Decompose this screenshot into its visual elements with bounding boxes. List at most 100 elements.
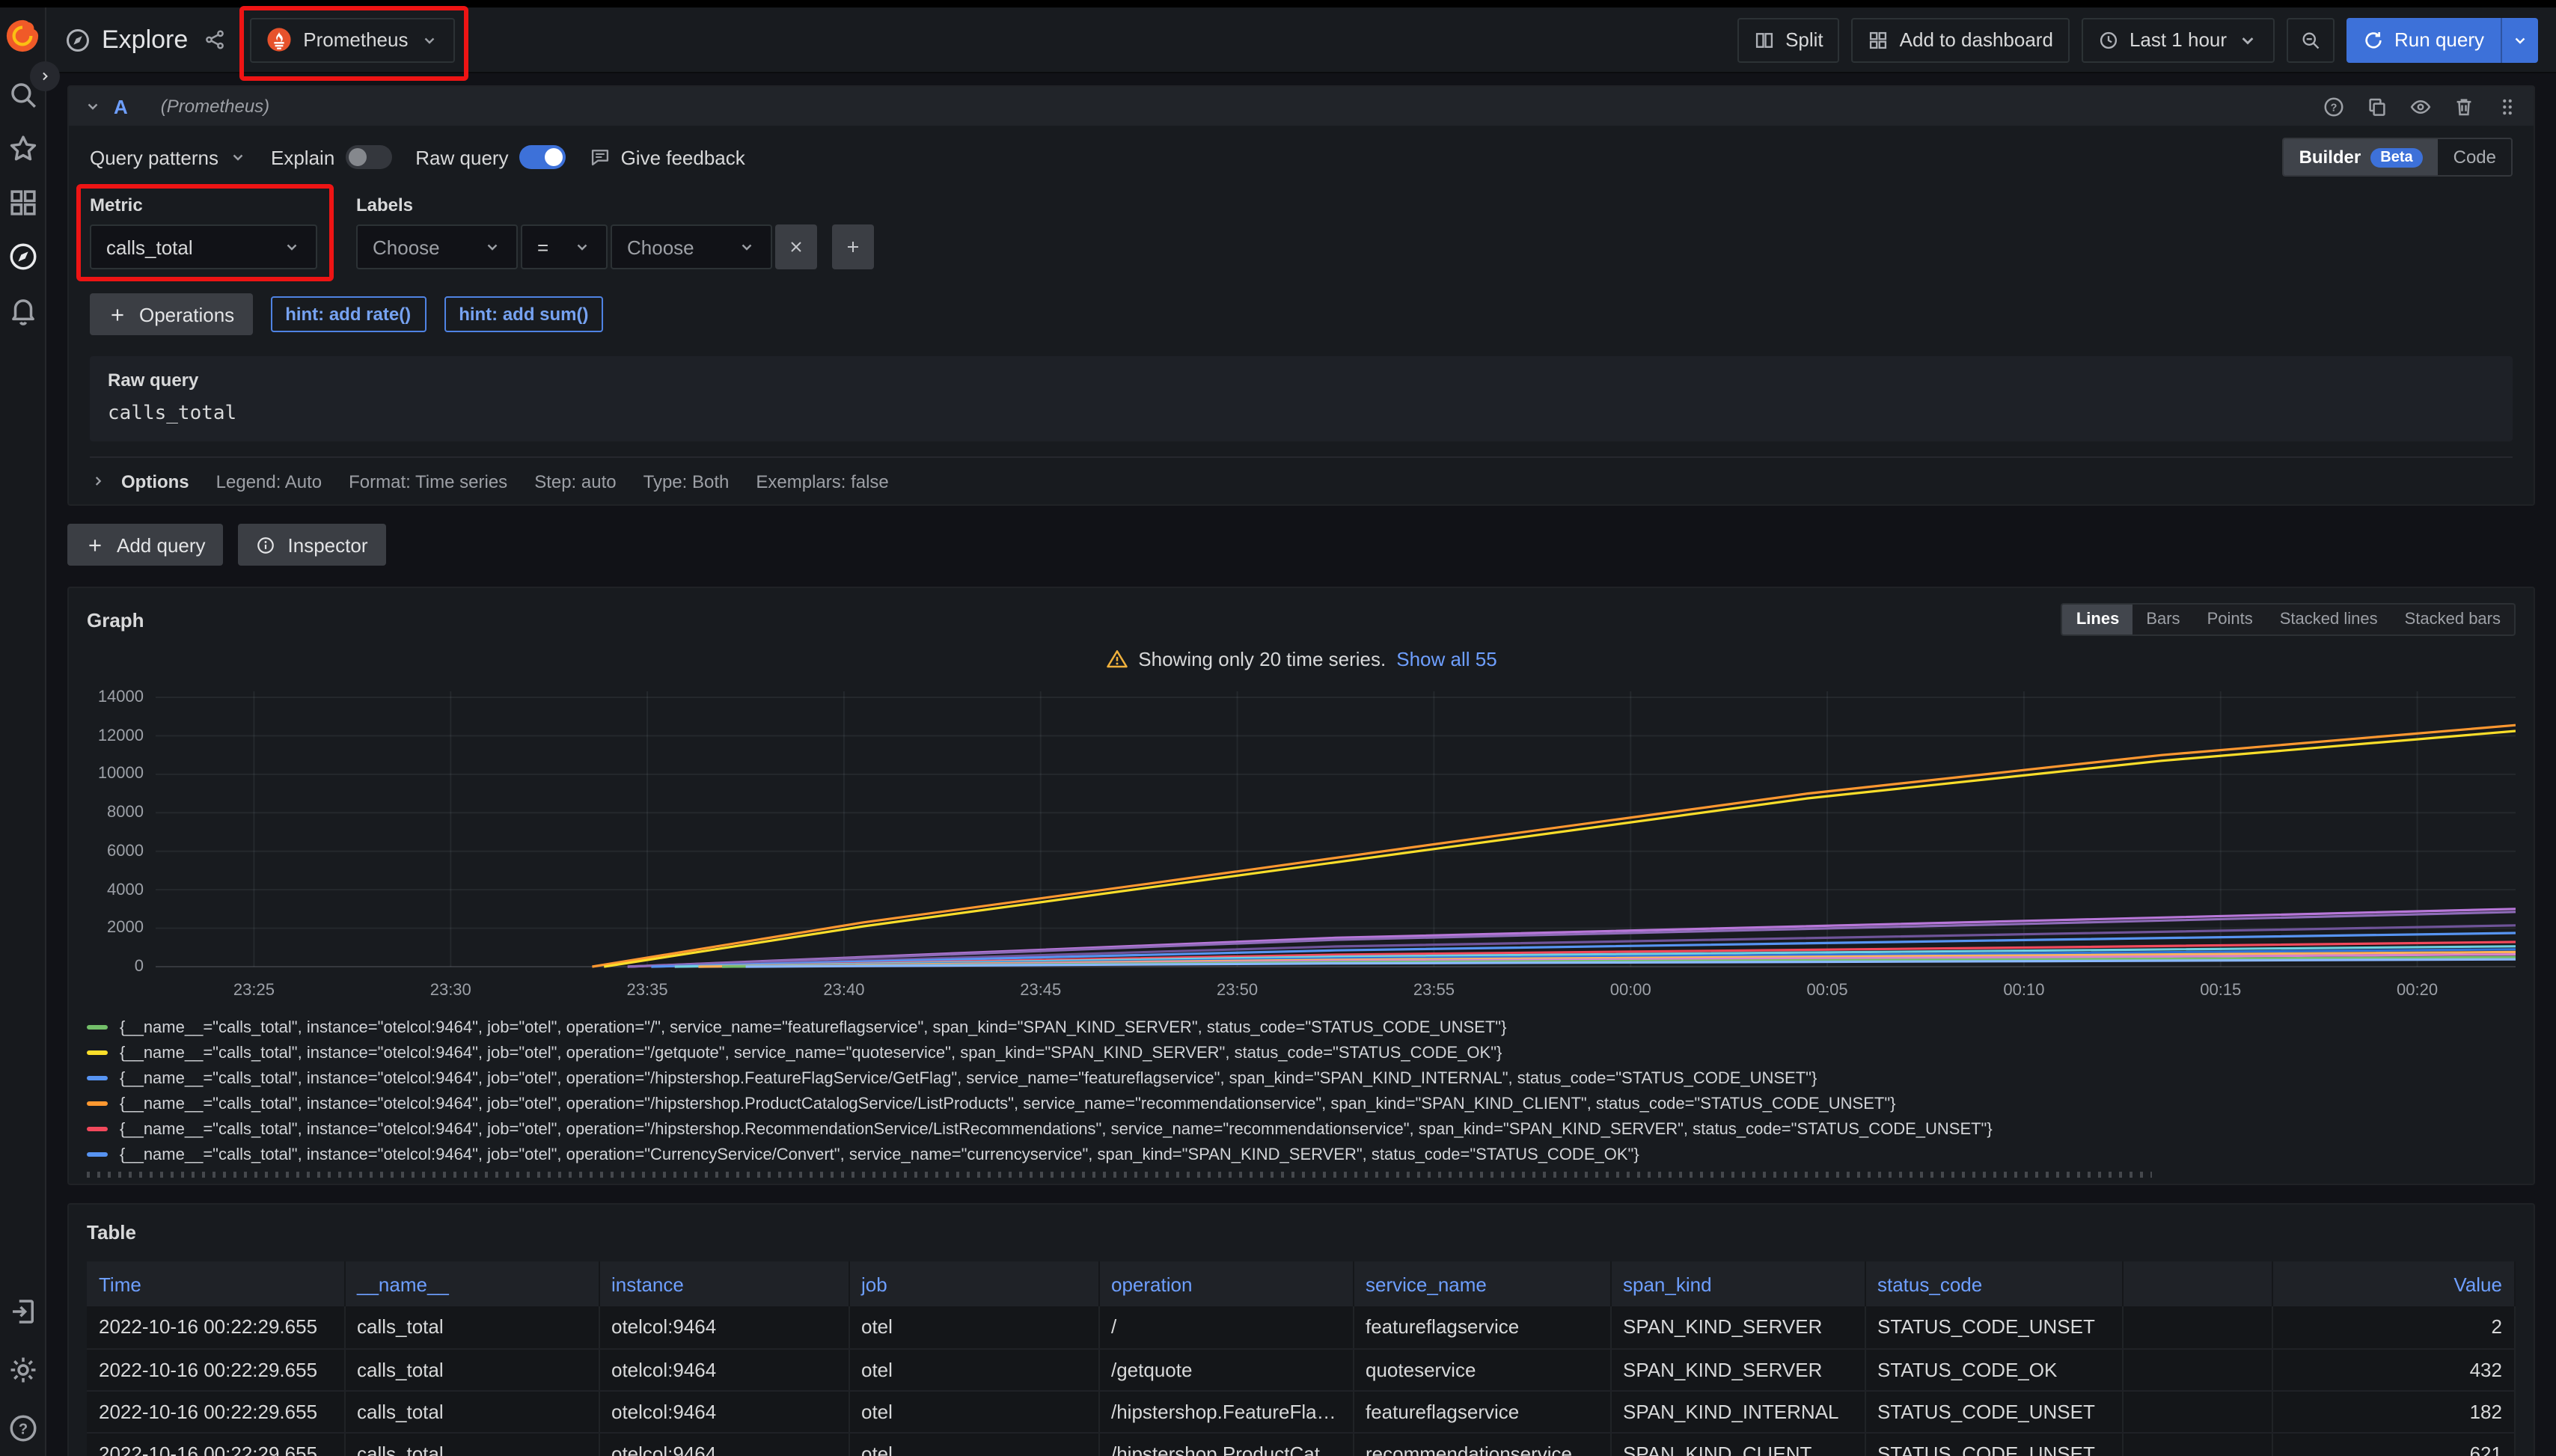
run-query-button[interactable]: Run query — [2346, 17, 2538, 62]
plot-area[interactable] — [156, 691, 2516, 976]
x-tick-label: 23:30 — [430, 982, 471, 1000]
column-header-status_code[interactable]: status_code — [1865, 1261, 2122, 1306]
toggle-visibility-eye-icon[interactable] — [2409, 95, 2432, 117]
remove-label-filter-button[interactable] — [775, 224, 817, 269]
chevron-down-icon — [2511, 31, 2529, 49]
table-cell: SPAN_KIND_SERVER — [1610, 1348, 1865, 1390]
table-cell: featureflagservice — [1353, 1390, 1610, 1432]
code-mode-button[interactable]: Code — [2439, 139, 2511, 175]
builder-mode-button[interactable]: Builder Beta — [2284, 139, 2439, 175]
legend-item[interactable]: {__name__="calls_total", instance="otelc… — [87, 1142, 2516, 1167]
query-options-row: Options Legend: Auto Format: Time series… — [90, 456, 2513, 504]
add-label-filter-button[interactable] — [832, 224, 874, 269]
legend-item[interactable]: {__name__="calls_total", instance="otelc… — [87, 1116, 2516, 1142]
time-range-picker[interactable]: Last 1 hour — [2082, 17, 2275, 62]
chevron-down-icon — [573, 238, 591, 256]
duplicate-query-icon[interactable] — [2366, 95, 2388, 117]
table-cell: 2022-10-16 00:22:29.655 — [87, 1432, 344, 1456]
datasource-picker[interactable]: Prometheus — [249, 17, 454, 62]
label-key-select[interactable]: Choose — [356, 224, 518, 269]
x-tick-label: 00:00 — [1610, 982, 1651, 1000]
column-header-Value[interactable]: Value — [2272, 1261, 2515, 1306]
grafana-logo[interactable] — [3, 16, 42, 55]
chevron-down-icon — [420, 31, 438, 49]
y-tick-label: 14000 — [98, 688, 144, 706]
sidebar-expand-button[interactable] — [30, 61, 60, 91]
split-label: Split — [1785, 28, 1823, 51]
column-header-__name__[interactable]: __name__ — [344, 1261, 599, 1306]
query-datasource-hint: (Prometheus) — [161, 96, 269, 117]
column-header-operation[interactable]: operation — [1098, 1261, 1353, 1306]
metric-select[interactable]: calls_total — [90, 224, 317, 269]
delete-query-trash-icon[interactable] — [2453, 95, 2475, 117]
refresh-icon — [2363, 29, 2384, 50]
dashboards-icon[interactable] — [7, 187, 39, 218]
legend-label: {__name__="calls_total", instance="otelc… — [120, 1120, 1993, 1138]
graph-mode-bars[interactable]: Bars — [2132, 605, 2193, 634]
explore-icon[interactable] — [7, 241, 39, 272]
collapse-chevron-icon[interactable] — [84, 97, 102, 115]
sign-in-icon[interactable] — [7, 1296, 39, 1327]
hint-add-sum-button[interactable]: hint: add sum() — [444, 296, 603, 332]
legend-item[interactable]: {__name__="calls_total", instance="otelc… — [87, 1015, 2516, 1040]
y-tick-label: 12000 — [98, 727, 144, 744]
alerting-bell-icon[interactable] — [7, 295, 39, 326]
sidebar — [0, 7, 46, 1456]
options-label[interactable]: Options — [121, 471, 189, 492]
graph-mode-lines[interactable]: Lines — [2063, 605, 2132, 634]
explain-toggle[interactable] — [345, 145, 391, 169]
table-cell: STATUS_CODE_UNSET — [1865, 1306, 2122, 1348]
legend-label: {__name__="calls_total", instance="otelc… — [120, 1044, 1502, 1062]
label-operator-select[interactable]: = — [521, 224, 608, 269]
starred-icon[interactable] — [7, 133, 39, 165]
share-icon[interactable] — [203, 28, 225, 51]
options-format: Format: Time series — [349, 471, 507, 492]
table-cell: quoteservice — [1353, 1348, 1610, 1390]
show-all-series-link[interactable]: Show all 55 — [1396, 648, 1496, 670]
chevron-down-icon — [229, 148, 247, 166]
hint-add-rate-button[interactable]: hint: add rate() — [270, 296, 426, 332]
table-panel: Table Time__name__instancejoboperationse… — [67, 1203, 2535, 1456]
inspector-button[interactable]: Inspector — [239, 524, 386, 566]
legend-item[interactable]: {__name__="calls_total", instance="otelc… — [87, 1065, 2516, 1091]
graph-mode-points[interactable]: Points — [2194, 605, 2266, 634]
options-expand-chevron-icon[interactable] — [90, 473, 106, 489]
query-help-icon[interactable] — [2323, 95, 2345, 117]
table-cell: otelcol:9464 — [599, 1306, 849, 1348]
query-patterns-button[interactable]: Query patterns — [90, 146, 247, 168]
time-series-chart: 02000400060008000100001200014000 23:2523… — [87, 691, 2516, 1006]
table-cell: 2022-10-16 00:22:29.655 — [87, 1306, 344, 1348]
graph-mode-stacked-bars[interactable]: Stacked bars — [2391, 605, 2514, 634]
add-operation-button[interactable]: Operations — [90, 293, 252, 335]
column-header-job[interactable]: job — [849, 1261, 1098, 1306]
help-icon[interactable] — [7, 1413, 39, 1444]
raw-query-toggle[interactable] — [519, 145, 566, 169]
table-cell: /getquote — [1098, 1348, 1353, 1390]
configuration-gear-icon[interactable] — [7, 1354, 39, 1386]
zoom-out-time-button[interactable] — [2287, 17, 2335, 62]
drag-handle-grip-icon[interactable] — [2496, 95, 2519, 117]
add-to-dashboard-button[interactable]: Add to dashboard — [1852, 17, 2070, 62]
x-tick-label: 23:50 — [1217, 982, 1258, 1000]
run-query-dropdown[interactable] — [2501, 17, 2538, 62]
beta-badge: Beta — [2370, 147, 2423, 167]
column-header-span_kind[interactable]: span_kind — [1610, 1261, 1865, 1306]
datasource-name: Prometheus — [303, 28, 408, 51]
label-value-select[interactable]: Choose — [611, 224, 772, 269]
column-header-Time[interactable]: Time — [87, 1261, 344, 1306]
table-header: Time__name__instancejoboperationservice_… — [87, 1261, 2515, 1306]
table-cell: otelcol:9464 — [599, 1432, 849, 1456]
graph-mode-stacked-lines[interactable]: Stacked lines — [2266, 605, 2391, 634]
split-button[interactable]: Split — [1737, 17, 1840, 62]
legend-label: {__name__="calls_total", instance="otelc… — [120, 1018, 1506, 1036]
give-feedback-button[interactable]: Give feedback — [590, 146, 745, 168]
clock-icon — [2098, 29, 2119, 50]
legend-item[interactable]: {__name__="calls_total", instance="otelc… — [87, 1091, 2516, 1116]
split-icon — [1754, 29, 1775, 50]
column-header-service_name[interactable]: service_name — [1353, 1261, 1610, 1306]
column-header-instance[interactable]: instance — [599, 1261, 849, 1306]
add-query-button[interactable]: Add query — [67, 524, 224, 566]
legend-clipped-row — [87, 1172, 2151, 1178]
query-row-header[interactable]: A (Prometheus) — [69, 87, 2534, 126]
legend-item[interactable]: {__name__="calls_total", instance="otelc… — [87, 1040, 2516, 1065]
